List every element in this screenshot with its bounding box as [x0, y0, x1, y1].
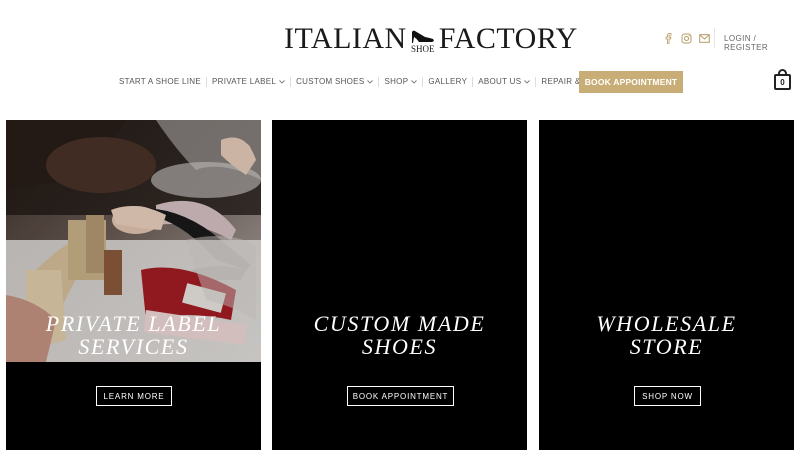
login-register-link[interactable]: LOGIN / REGISTER [724, 34, 800, 52]
nav-item-label: ABOUT US [478, 77, 522, 86]
nav-item-label: SHOP [384, 77, 409, 86]
social-links [662, 32, 710, 44]
learn-more-button[interactable]: LEARN MORE [96, 386, 172, 406]
panel-title: CUSTOM MADE SHOES [272, 312, 527, 358]
header-divider [714, 28, 715, 48]
facebook-icon[interactable] [662, 32, 674, 44]
main-nav: START A SHOE LINE PRIVATE LABEL CUSTOM S… [114, 70, 620, 93]
nav-item-label: PRIVATE LABEL [212, 77, 277, 86]
nav-item-label: START A SHOE LINE [119, 77, 202, 86]
panel-title-line: PRIVATE LABEL [45, 311, 222, 336]
cart-count: 0 [774, 74, 791, 90]
promo-panel-private-label[interactable]: PRIVATE LABEL SERVICES LEARN MORE [6, 120, 261, 450]
logo-word-mid: SHOE [410, 44, 435, 54]
cart-button[interactable]: 0 [774, 69, 792, 90]
chevron-down-icon [367, 79, 374, 84]
panel-title-line: SHOES [361, 334, 438, 359]
chevron-down-icon [411, 79, 418, 84]
promo-panel-wholesale[interactable]: WHOLESALE STORE SHOP NOW [539, 120, 794, 450]
mail-icon[interactable] [698, 32, 710, 44]
logo-word-left: ITALIAN [284, 22, 407, 55]
high-heel-icon [411, 30, 434, 43]
panel-title-line: STORE [629, 334, 704, 359]
nav-item-shop[interactable]: SHOP [379, 77, 422, 86]
book-appointment-button[interactable]: BOOK APPOINTMENT [579, 71, 683, 93]
promo-panel-custom-shoes[interactable]: CUSTOM MADE SHOES BOOK APPOINTMENT [272, 120, 527, 450]
chevron-down-icon [279, 79, 285, 84]
panel-title: WHOLESALE STORE [539, 312, 794, 358]
shop-now-button[interactable]: SHOP NOW [634, 386, 701, 406]
nav-item-label: CUSTOM SHOES [296, 77, 365, 86]
site-header: ITALIAN SHOE FACTORY LOGIN / REGISTER ST… [0, 0, 800, 110]
panel-book-appointment-button[interactable]: BOOK APPOINTMENT [347, 386, 454, 406]
panel-title: PRIVATE LABEL SERVICES [6, 312, 261, 358]
nav-item-private-label[interactable]: PRIVATE LABEL [207, 77, 290, 86]
logo-word-right: FACTORY [438, 22, 578, 55]
panel-title-line: WHOLESALE [596, 311, 737, 336]
nav-item-label: GALLERY [428, 77, 468, 86]
nav-item-about-us[interactable]: ABOUT US [473, 77, 535, 86]
nav-item-start-a-shoe-line[interactable]: START A SHOE LINE [114, 77, 206, 86]
logo-shoe-mark: SHOE [411, 28, 435, 54]
panel-title-line: CUSTOM MADE [313, 311, 486, 336]
nav-item-gallery[interactable]: GALLERY [423, 77, 472, 86]
instagram-icon[interactable] [680, 32, 692, 44]
nav-item-custom-shoes[interactable]: CUSTOM SHOES [291, 77, 378, 86]
panel-title-line: SERVICES [78, 334, 189, 359]
chevron-down-icon [524, 79, 531, 84]
brand-logo[interactable]: ITALIAN SHOE FACTORY [284, 20, 578, 54]
